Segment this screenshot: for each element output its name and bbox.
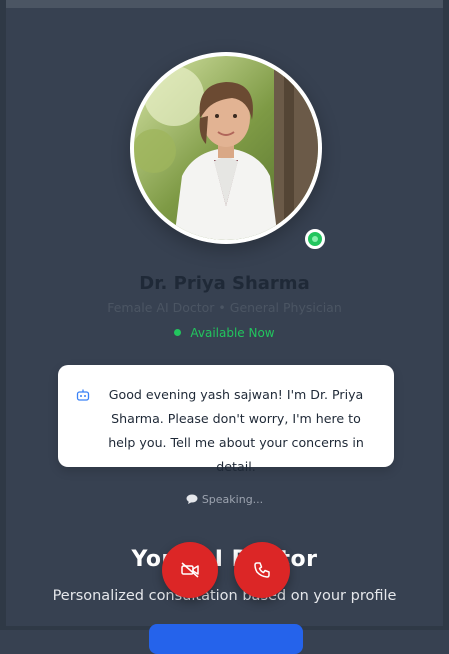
start-consultation-button[interactable] (149, 624, 303, 654)
end-call-button[interactable] (234, 542, 290, 598)
window-top-edge (0, 0, 449, 8)
doctor-name: Dr. Priya Sharma (139, 273, 310, 294)
video-off-icon (181, 562, 199, 578)
status-label: Available Now (190, 326, 275, 340)
video-off-button[interactable] (162, 542, 218, 598)
hero-title: Your AI Doctor (131, 547, 318, 572)
speaking-label: Speaking... (201, 493, 264, 506)
speech-bubble-icon (186, 494, 198, 504)
availability-status: Available Now (0, 326, 449, 340)
phone-icon (254, 562, 270, 578)
doctor-avatar (134, 56, 318, 240)
window-right-edge (443, 0, 449, 630)
bot-icon (76, 389, 90, 401)
doctor-subtitle: Female AI Doctor • General Physician (107, 300, 342, 315)
hero-subtitle: Personalized consultation based on your … (52, 588, 397, 604)
window-left-edge (0, 0, 6, 630)
message-text: Good evening yash sajwan! I'm Dr. Priya … (108, 387, 364, 474)
message-card: Good evening yash sajwan! I'm Dr. Priya … (58, 365, 394, 474)
online-indicator (305, 229, 325, 249)
status-dot (174, 329, 182, 336)
speaking-indicator: Speaking... (0, 493, 449, 506)
